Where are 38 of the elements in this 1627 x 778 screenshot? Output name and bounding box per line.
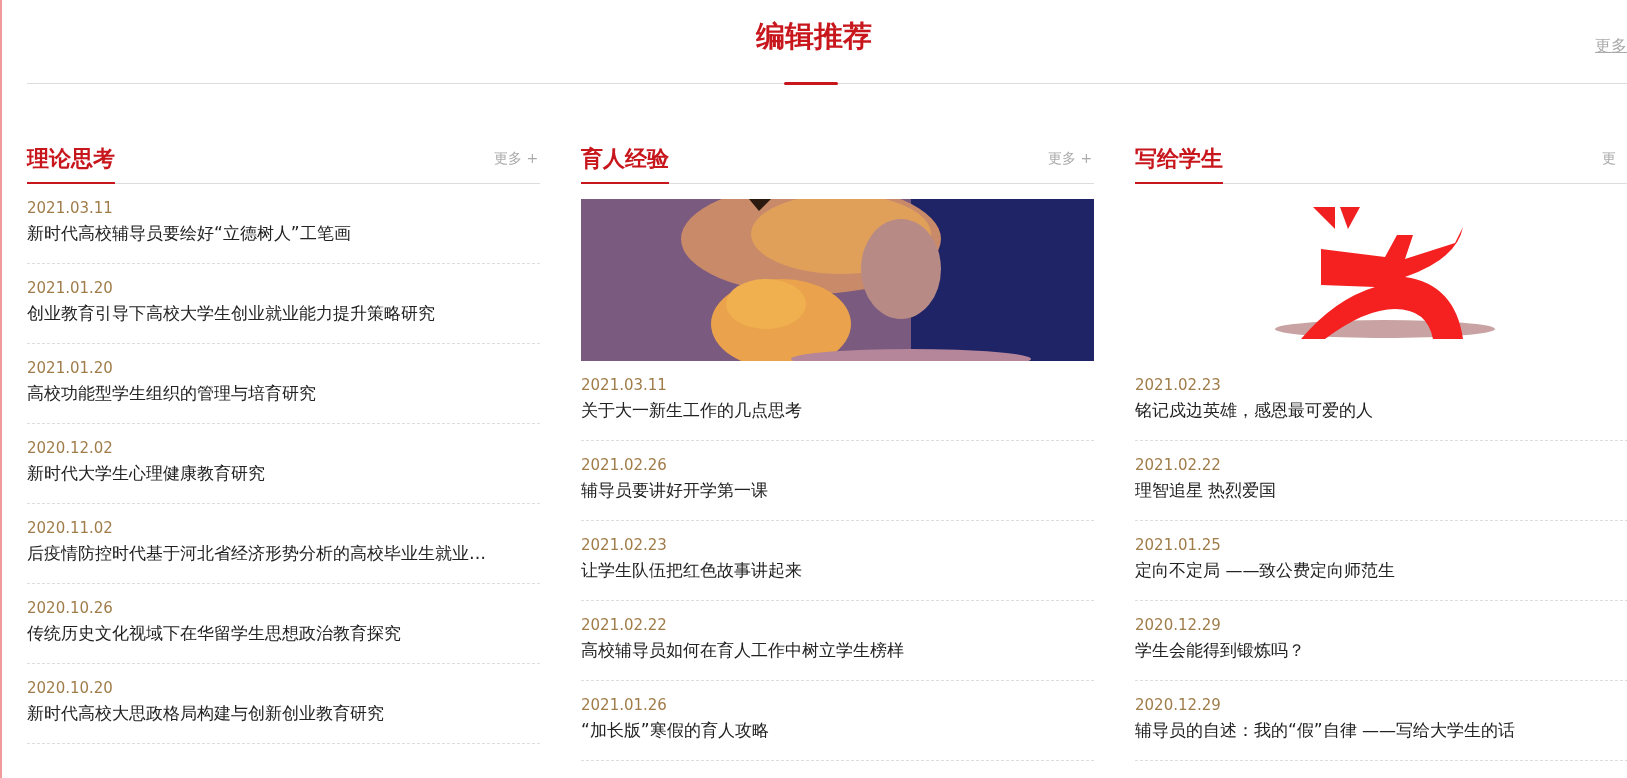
article-link[interactable]: 新时代高校大思政格局构建与创新创业教育研究 [27, 700, 384, 726]
article-link[interactable]: “加长版”寒假的育人攻略 [581, 717, 769, 743]
date-text: 2020.11.02 [27, 518, 114, 539]
date-text: 2021.03.11 [27, 198, 114, 219]
article-link[interactable]: 铭记戍边英雄，感恩最可爱的人 [1135, 397, 1373, 423]
page-title: 编辑推荐 [755, 18, 872, 55]
section-title: 写给学生 [1135, 144, 1223, 184]
article-link[interactable]: 新时代高校辅导员要绘好“立德树人”工笔画 [27, 220, 351, 246]
date-text: 2021.02.23 [1135, 375, 1222, 396]
date-text: 2021.01.25 [1135, 535, 1222, 556]
article-link[interactable]: 高校功能型学生组织的管理与培育研究 [27, 380, 316, 406]
date-text: 2021.02.26 [581, 455, 668, 476]
date-text: 2021.02.23 [581, 535, 668, 556]
date-text: 2020.10.26 [27, 598, 114, 619]
article-link[interactable]: 辅导员要讲好开学第一课 [581, 477, 768, 503]
date-text: 2021.03.11 [581, 375, 668, 396]
article-link[interactable]: 学生会能得到锻炼吗？ [1135, 637, 1305, 663]
article-link[interactable]: 创业教育引导下高校大学生创业就业能力提升策略研究 [27, 300, 435, 326]
article-link[interactable]: 高校辅导员如何在育人工作中树立学生榜样 [581, 637, 904, 663]
article-link[interactable]: 关于大一新生工作的几点思考 [581, 397, 802, 423]
date-text: 2020.12.29 [1135, 695, 1222, 716]
article-link[interactable]: 理智追星 热烈爱国 [1135, 477, 1277, 503]
date-text: 2021.02.22 [1135, 455, 1222, 476]
article-link[interactable]: 定向不定局 ——致公费定向师范生 [1135, 557, 1396, 583]
date-text: 2020.10.20 [27, 678, 114, 699]
article-link[interactable]: 后疫情防控时代基于河北省经济形势分析的高校毕业生就业… [27, 540, 486, 566]
article-link[interactable]: 让学生队伍把红色故事讲起来 [581, 557, 802, 583]
article-link[interactable]: 新时代大学生心理健康教育研究 [27, 460, 265, 486]
date-text: 2021.01.20 [27, 358, 114, 379]
article-link[interactable]: 传统历史文化视域下在华留学生思想政治教育探究 [27, 620, 401, 646]
section-title: 理论思考 [27, 144, 115, 184]
date-text: 2021.01.26 [581, 695, 668, 716]
date-text: 2020.12.02 [27, 438, 114, 459]
date-text: 2021.02.22 [581, 615, 668, 636]
section-title: 育人经验 [581, 144, 669, 184]
article-link[interactable]: 辅导员的自述：我的“假”自律 ——写给大学生的话 [1135, 717, 1516, 743]
date-text: 2020.12.29 [1135, 615, 1222, 636]
date-text: 2021.01.20 [27, 278, 114, 299]
